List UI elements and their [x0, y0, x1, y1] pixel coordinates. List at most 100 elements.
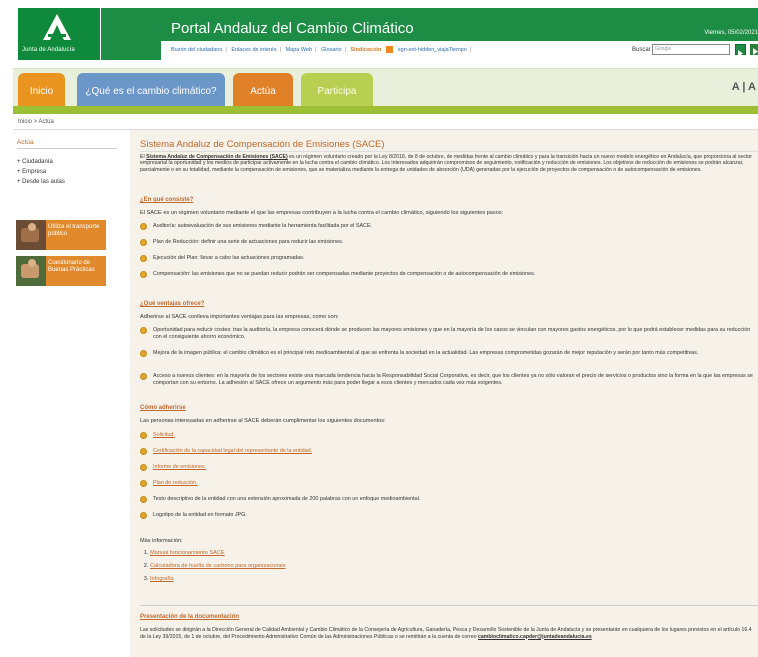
search-label: Buscar	[632, 47, 651, 53]
divider: |	[279, 46, 282, 53]
heading-presentacion: Presentación de la documentación	[140, 614, 240, 620]
link-enlaces[interactable]: Enlaces de interés	[231, 47, 276, 53]
section-text: El SACE es un régimen voluntario mediant…	[140, 210, 504, 216]
search-input[interactable]: Google	[652, 44, 730, 55]
link-glosario[interactable]: Glosario	[321, 47, 341, 53]
bullet-icon	[140, 448, 147, 455]
bullet-icon	[140, 464, 147, 471]
font-size-control[interactable]: A | A	[732, 81, 756, 93]
list-item-text: Plan de Reducción: definir una serie de …	[153, 239, 344, 245]
bullet-icon	[140, 432, 147, 439]
promo-transporte-publico[interactable]: Utiliza el transporte público	[16, 220, 106, 250]
sidebar-item-aulas[interactable]: + Desde las aulas	[17, 177, 65, 187]
breadcrumb[interactable]: Inicio > Actúa	[18, 119, 54, 125]
bullet-icon	[140, 255, 147, 262]
intro-paragraph: El Sistema Andaluz de Compensación de Em…	[140, 154, 758, 173]
junta-logo-icon	[43, 14, 71, 40]
tab-actua[interactable]: Actúa	[233, 73, 293, 109]
divider: |	[315, 46, 317, 53]
list-item-text: Auditoría: autoevaluación de sus emision…	[153, 223, 373, 229]
presentation-paragraph: Las solicitudes se dirigirán a la Direcc…	[140, 627, 758, 640]
link-calculadora[interactable]: Calculadora de huella de carbono para or…	[150, 563, 286, 569]
promo-image	[16, 220, 46, 250]
advanced-search-button[interactable]	[750, 44, 758, 55]
tab-participa[interactable]: Participa	[301, 73, 373, 109]
bullet-icon	[140, 512, 147, 519]
list-item: Infografía	[150, 573, 286, 586]
sidebar: Actúa + Ciudadanía + Empresa + Desde las…	[13, 132, 121, 657]
list-item-text: Oportunidad para reducir costes: tras la…	[153, 327, 751, 340]
bullet-icon	[140, 223, 147, 230]
divider: |	[225, 46, 227, 53]
divider	[140, 151, 758, 152]
list-item: Manual funcionamiento SACE	[150, 547, 286, 560]
more-info-list: Manual funcionamiento SACE Calculadora d…	[144, 547, 286, 586]
rss-icon[interactable]	[386, 46, 394, 53]
link-infografia[interactable]: Infografía	[150, 576, 174, 582]
sidebar-list: + Ciudadanía + Empresa + Desde las aulas	[17, 157, 65, 187]
arrow-right-icon	[738, 50, 743, 57]
bullet-icon	[140, 350, 147, 357]
divider: |	[344, 46, 346, 53]
link-sindicacion[interactable]: Sindicación	[350, 47, 381, 53]
utility-bar: Buzón del ciudadano | Enlaces de interés |…	[161, 41, 758, 60]
sidebar-title[interactable]: Actúa	[17, 139, 34, 146]
bullet-icon	[140, 327, 147, 334]
bullet-icon	[140, 239, 147, 246]
bullet-icon	[140, 496, 147, 503]
intro-prefix: El	[140, 154, 145, 160]
promo-label: Utiliza el transporte público	[48, 224, 100, 237]
link-manual-sace[interactable]: Manual funcionamiento SACE	[150, 550, 225, 556]
list-item-text: Texto descriptivo de la entidad con una …	[153, 496, 421, 502]
nav-underline	[13, 106, 758, 114]
section-text: Las personas interesadas en adherirse al…	[140, 418, 386, 424]
link-solicitud[interactable]: Solicitud.	[153, 432, 758, 439]
divider: |	[469, 46, 472, 53]
promo-cuestionario[interactable]: Cuestionario de Buenas Prácticas	[16, 256, 106, 286]
main-content: Sistema Andaluz de Compensación de Emisi…	[130, 130, 758, 657]
sidebar-item-empresa[interactable]: + Empresa	[17, 167, 65, 177]
tab-inicio[interactable]: Inicio	[18, 73, 65, 109]
promo-image	[16, 256, 46, 286]
bullet-icon	[140, 271, 147, 278]
sidebar-item-label: Ciudadanía	[22, 159, 53, 165]
list-item-text: Ejecución del Plan: llevar a cabo las ac…	[153, 255, 305, 261]
sidebar-item-label: Empresa	[22, 169, 47, 175]
list-item-text: Mejora de la imagen pública: el cambio c…	[153, 350, 699, 356]
presentation-text: Las solicitudes se dirigirán a la Direcc…	[140, 627, 752, 640]
divider	[140, 605, 758, 606]
portal-title[interactable]: Portal Andaluz del Cambio Climático	[171, 20, 414, 37]
bullet-icon	[140, 480, 147, 487]
link-plan-reduccion[interactable]: Plan de reducción.	[153, 480, 758, 487]
promo-label: Cuestionario de Buenas Prácticas	[48, 260, 95, 273]
more-info-label: Más información:	[140, 538, 183, 544]
list-item-text: Acceso a nuevos clientes: en la mayoría …	[153, 373, 753, 386]
sidebar-item-ciudadania[interactable]: + Ciudadanía	[17, 157, 65, 167]
site-header: Junta de Andalucía Portal Andaluz del Ca…	[13, 8, 758, 60]
heading-en-que-consiste: ¿En qué consiste?	[140, 197, 194, 203]
widget-text: sgn-ext-hidden_viajaTiempo	[397, 46, 467, 53]
divider	[17, 148, 117, 149]
search-button[interactable]	[735, 44, 746, 57]
sidebar-item-label: Desde las aulas	[22, 179, 65, 185]
heading-que-ventajas: ¿Qué ventajas ofrece?	[140, 301, 205, 307]
intro-sace-name: Sistema Andaluz de Compensación de Emisi…	[146, 154, 288, 160]
arrow-right-icon	[753, 48, 758, 55]
current-date: Viernes, 05/02/2021	[704, 30, 758, 36]
section-text: Adherirse al SACE conlleva importantes v…	[140, 314, 339, 320]
link-buzon[interactable]: Buzón del ciudadano	[171, 47, 222, 53]
page-title: Sistema Andaluz de Compensación de Emisi…	[140, 139, 385, 150]
link-certificacion[interactable]: Certificación de la capacidad legal del …	[153, 448, 758, 455]
header-banner: Portal Andaluz del Cambio Climático Vier…	[101, 8, 758, 60]
heading-como-adherirse: Cómo adherirse	[140, 405, 186, 411]
list-item-text: Logotipo de la entidad en formato JPG.	[153, 512, 247, 518]
email-link[interactable]: cambioclimatico.capder@juntadeandalucia.…	[478, 634, 592, 640]
link-mapa-web[interactable]: Mapa Web	[286, 47, 313, 53]
list-item: Calculadora de huella de carbono para or…	[150, 560, 286, 573]
logo-text: Junta de Andalucía	[22, 47, 75, 53]
utility-links: Buzón del ciudadano | Enlaces de interés |…	[171, 46, 474, 53]
bullet-icon	[140, 373, 147, 380]
link-informe-emisiones[interactable]: Informe de emisiones.	[153, 464, 758, 471]
tab-que-es-cambio-climatico[interactable]: ¿Qué es el cambio climático?	[77, 73, 225, 109]
junta-logo[interactable]: Junta de Andalucía	[18, 8, 100, 60]
